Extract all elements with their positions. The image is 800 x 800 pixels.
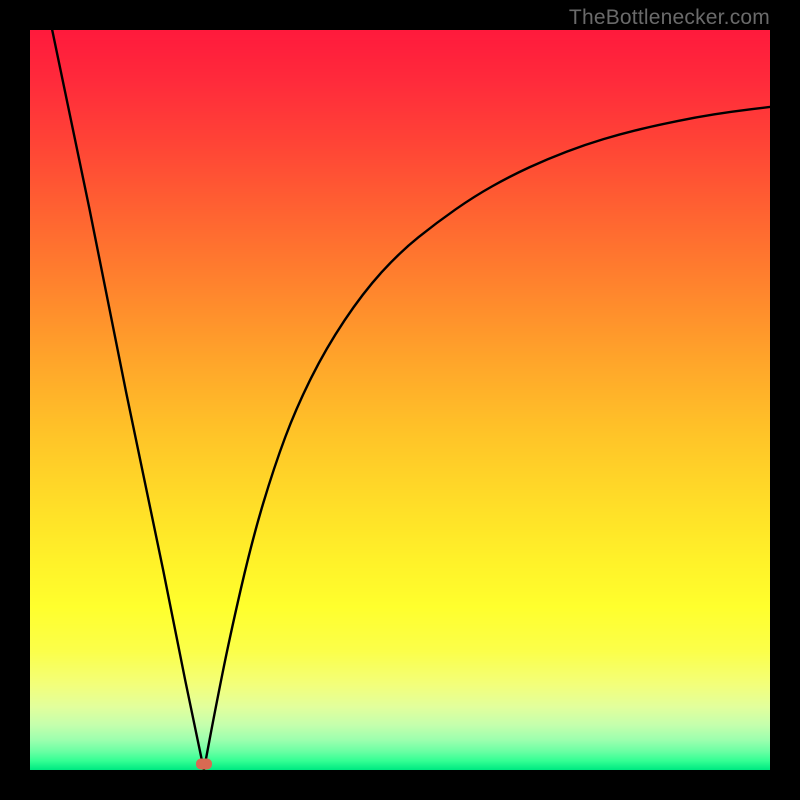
- minimum-marker: [196, 759, 212, 770]
- curve-layer: [30, 30, 770, 770]
- watermark-text: TheBottlenecker.com: [569, 6, 770, 30]
- bottleneck-curve: [52, 30, 770, 770]
- plot-area: [30, 30, 770, 770]
- chart-frame: TheBottlenecker.com: [0, 0, 800, 800]
